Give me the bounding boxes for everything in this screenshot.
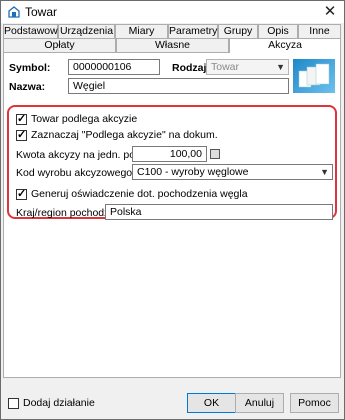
symbol-input[interactable]: 0000000106 [68, 59, 160, 75]
anuluj-button[interactable]: Anuluj [235, 393, 284, 413]
calculator-icon[interactable] [210, 149, 220, 159]
tab-grupy[interactable]: Grupy [218, 24, 258, 38]
nazwa-input[interactable]: Węgiel [68, 78, 289, 94]
kraj-input[interactable]: Polska [105, 204, 333, 220]
tab-inne[interactable]: Inne [298, 24, 341, 38]
product-logo-icon [293, 59, 335, 93]
tabs-row-1: Podstawowe Urządzenia Miary Parametry Gr… [3, 24, 341, 38]
dodaj-dzialanie-checkbox[interactable] [8, 398, 19, 409]
app-icon [8, 6, 20, 18]
nazwa-label: Nazwa: [9, 81, 46, 93]
rodzaj-value: Towar [211, 61, 240, 73]
dodaj-dzialanie-label: Dodaj działanie [23, 397, 95, 409]
window-title: Towar [25, 5, 58, 19]
rodzaj-label: Rodzaj: [172, 62, 210, 74]
kod-select[interactable]: C100 - wyroby węglowe ▼ [132, 164, 333, 180]
generuj-label: Generuj oświadczenie dot. pochodzenia wę… [31, 188, 248, 200]
towar-podlega-checkbox[interactable] [16, 112, 27, 125]
dropdown-arrow-icon: ▼ [276, 62, 285, 72]
zaznaczaj-checkbox[interactable] [16, 128, 27, 141]
ok-button[interactable]: OK [187, 393, 236, 413]
close-icon[interactable]: ✕ [318, 1, 342, 23]
tab-oplaty[interactable]: Opłaty [3, 38, 116, 52]
tab-akcyza[interactable]: Akcyza [229, 38, 341, 53]
window: Towar ✕ Podstawowe Urządzenia Miary Para… [0, 0, 345, 420]
symbol-label: Symbol: [9, 62, 51, 74]
tabs-row-2: Opłaty Własne Akcyza [3, 38, 341, 53]
tab-urzadzenia[interactable]: Urządzenia [58, 24, 115, 38]
zaznaczaj-label: Zaznaczaj "Podlega akcyzie" na dokum. [31, 129, 218, 141]
tab-wlasne[interactable]: Własne [116, 38, 229, 52]
tab-podstawowe[interactable]: Podstawowe [3, 24, 64, 38]
pomoc-button[interactable]: Pomoc [290, 393, 339, 413]
tab-opis[interactable]: Opis [258, 24, 298, 38]
title-bar: Towar ✕ [1, 1, 344, 23]
rodzaj-select[interactable]: Towar ▼ [206, 59, 289, 75]
towar-podlega-label: Towar podlega akcyzie [31, 113, 138, 125]
kod-value: C100 - wyroby węglowe [137, 166, 249, 178]
kod-label: Kod wyrobu akcyzowego: [16, 167, 136, 179]
generuj-checkbox[interactable] [16, 187, 27, 200]
tab-parametry[interactable]: Parametry [168, 24, 218, 38]
tab-miary[interactable]: Miary [115, 24, 168, 38]
dropdown-arrow-icon: ▼ [320, 167, 329, 177]
kwota-input[interactable]: 100,00 [132, 146, 207, 162]
